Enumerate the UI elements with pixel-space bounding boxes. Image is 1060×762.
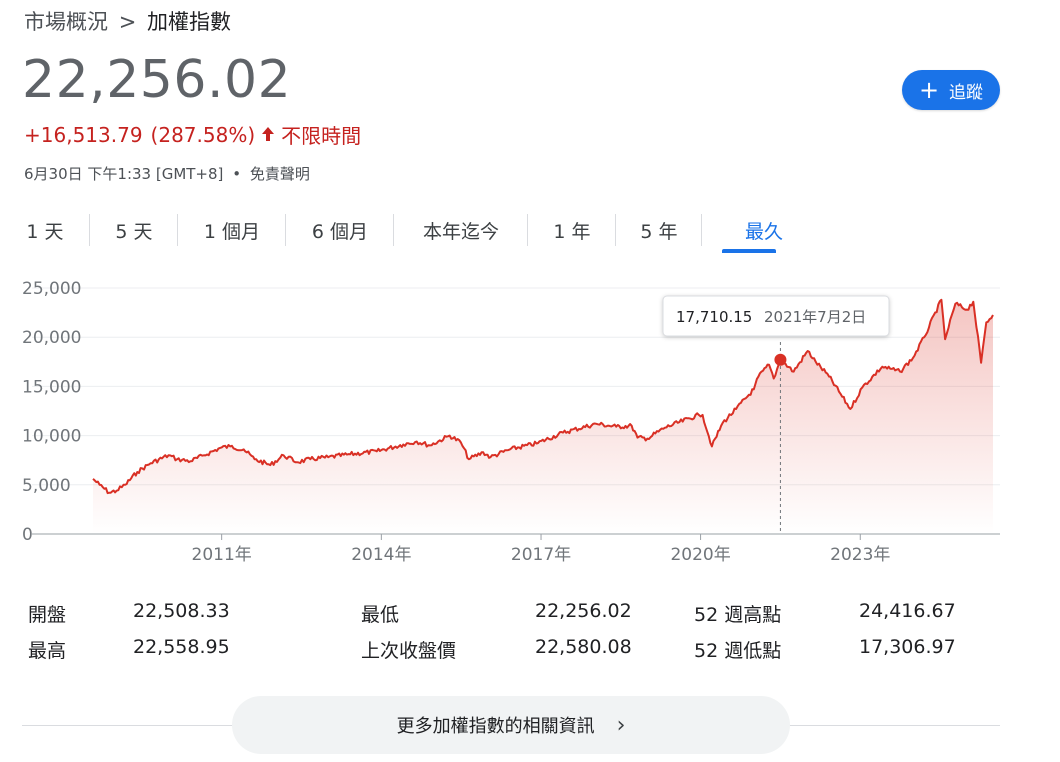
stat-label-52w-high: 52 週高點 [694,604,782,626]
tooltip-date: 2021年7月2日 [764,308,866,326]
tab-label: 6 個月 [311,220,369,243]
active-tab-indicator [722,249,776,253]
y-tick-label: 20,000 [22,328,81,348]
tab-6-month[interactable]: 6 個月 [286,212,394,248]
tab-label: 1 年 [553,220,591,243]
tab-5-day[interactable]: 5 天 [90,212,178,248]
price-change: +16,513.79 (287.58%) 不限時間 [24,120,361,149]
chevron-right-icon: › [616,712,626,738]
timestamp-text: 6月30日 下午1:33 [GMT+8] [24,165,224,183]
follow-button-label: 追蹤 [949,82,984,103]
tooltip-point [774,353,787,366]
tab-label: 最久 [744,220,783,243]
follow-button[interactable]: + 追蹤 [902,70,1000,110]
stat-label-open: 開盤 [28,604,67,626]
stat-value-52w-high: 24,416.67 [859,600,956,622]
breadcrumb-separator: > [118,10,137,34]
stat-value-prev-close: 22,580.08 [535,636,632,658]
tab-label: 本年迄今 [422,220,499,243]
x-tick-label: 2011年 [192,545,252,565]
separator-dot: • [232,165,242,183]
stat-value-52w-low: 17,306.97 [859,636,956,658]
tab-5-year[interactable]: 5 年 [616,212,702,248]
stat-value-high: 22,558.95 [133,636,230,658]
y-tick-label: 10,000 [22,427,81,447]
y-tick-label: 15,000 [22,377,81,397]
tab-label: 5 天 [115,220,153,243]
stat-label-high: 最高 [28,640,67,662]
tab-label: 5 年 [640,220,678,243]
quote-timestamp: 6月30日 下午1:33 [GMT+8] • 免責聲明 [24,163,310,184]
disclaimer-link[interactable]: 免責聲明 [250,165,310,183]
y-tick-label: 25,000 [22,279,81,299]
tab-1-year[interactable]: 1 年 [528,212,616,248]
more-info-button[interactable]: 更多加權指數的相關資訊 › [232,696,790,754]
x-tick-label: 2020年 [670,545,730,565]
x-tick-label: 2014年 [351,545,411,565]
breadcrumb-market-overview[interactable]: 市場概況 [24,10,108,34]
y-tick-label: 0 [22,525,33,545]
arrow-up-icon [261,123,275,147]
current-price: 22,256.02 [22,50,292,110]
time-range-tabs: 1 天 5 天 1 個月 6 個月 本年迄今 1 年 5 年 最久 [0,212,812,253]
more-info-label: 更多加權指數的相關資訊 [396,716,595,737]
x-tick-label: 2023年 [830,545,890,565]
stat-label-prev-close: 上次收盤價 [361,640,457,662]
change-amount: +16,513.79 [24,122,143,147]
stat-value-open: 22,508.33 [133,600,230,622]
tooltip-value: 17,710.15 [676,308,752,326]
stat-label-52w-low: 52 週低點 [694,640,782,662]
tab-ytd[interactable]: 本年迄今 [394,212,528,248]
tab-max[interactable]: 最久 [716,212,812,253]
tab-1-day[interactable]: 1 天 [0,212,90,248]
price-chart[interactable]: 0 5,000 10,000 15,000 20,000 25,000 2011年 2014年… [0,262,1060,582]
x-tick-label: 2017年 [511,545,571,565]
stat-value-low: 22,256.02 [535,600,632,622]
tab-label: 1 天 [26,220,64,243]
change-percent: (287.58%) [150,122,256,147]
plus-icon: + [918,76,940,104]
tab-label: 1 個月 [203,220,261,243]
y-tick-label: 5,000 [22,476,71,496]
tab-1-month[interactable]: 1 個月 [178,212,286,248]
breadcrumb-current: 加權指數 [146,10,231,34]
breadcrumb: 市場概況 > 加權指數 [24,6,231,36]
change-period: 不限時間 [281,124,362,148]
stat-label-low: 最低 [361,604,400,626]
